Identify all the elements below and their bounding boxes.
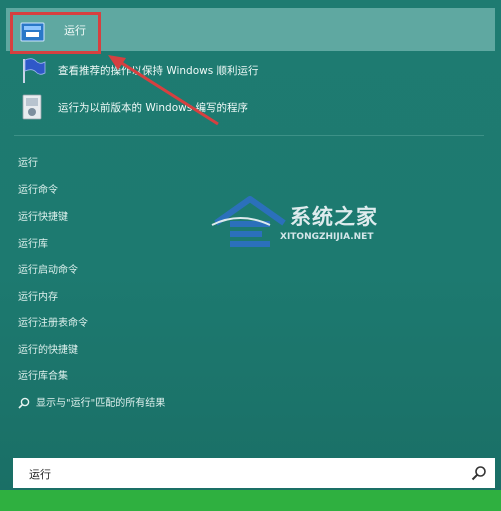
site-watermark: 系统之家 XITONGZHIJIA.NET <box>210 195 410 255</box>
suggestion-item[interactable]: 运行库合集 <box>18 367 68 382</box>
app-result-label: 查看推荐的操作以保持 Windows 顺利运行 <box>58 65 259 77</box>
suggestion-item[interactable]: 运行 <box>18 154 38 169</box>
search-input-value: 运行 <box>29 468 51 481</box>
watermark-subtitle: XITONGZHIJIA.NET <box>280 232 374 242</box>
suggestion-item[interactable]: 运行的快捷键 <box>18 341 78 356</box>
suggestion-item[interactable]: 运行启动命令 <box>18 261 78 276</box>
suggestion-item[interactable]: 运行注册表命令 <box>18 314 88 329</box>
search-input[interactable]: 运行 <box>13 458 495 488</box>
compatibility-troubleshooter-icon <box>22 94 42 120</box>
suggestion-item[interactable]: 运行内存 <box>18 288 58 303</box>
action-center-flag-icon <box>23 58 46 83</box>
suggestion-item[interactable]: 运行命令 <box>18 181 58 196</box>
search-icon[interactable] <box>471 465 487 481</box>
highlight-annotation-box <box>10 12 101 54</box>
taskbar-strip <box>0 490 501 511</box>
watermark-title: 系统之家 <box>290 204 378 229</box>
show-all-results-link[interactable]: 显示与"运行"匹配的所有结果 <box>18 394 165 409</box>
app-result-compatibility[interactable]: 运行为以前版本的 Windows 编写的程序 <box>14 90 484 124</box>
search-icon <box>18 397 30 409</box>
app-result-action-center[interactable]: 查看推荐的操作以保持 Windows 顺利运行 <box>14 53 484 87</box>
section-divider <box>14 135 484 136</box>
app-result-label: 运行为以前版本的 Windows 编写的程序 <box>58 102 249 114</box>
suggestion-item[interactable]: 运行快捷键 <box>18 208 68 223</box>
suggestion-item[interactable]: 运行库 <box>18 235 48 250</box>
show-all-results-label: 显示与"运行"匹配的所有结果 <box>36 398 166 409</box>
search-results-panel: 运行 查看推荐的操作以保持 Windows 顺利运行 运行为以前版本的 Wind… <box>0 0 501 490</box>
watermark-logo-icon <box>211 196 286 247</box>
